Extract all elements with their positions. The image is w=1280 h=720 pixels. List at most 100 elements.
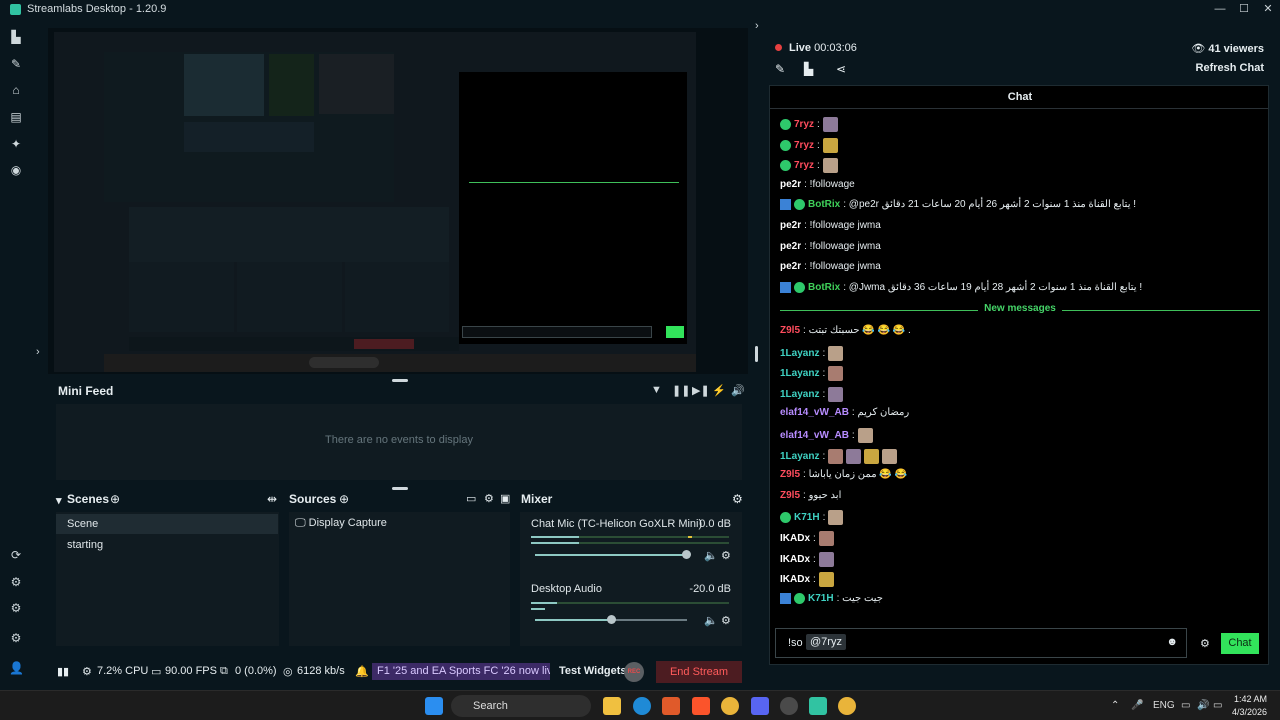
speaker-icon[interactable]: 🔈 [704,614,718,627]
settings-icon[interactable]: ⚙ [9,631,23,645]
chat-settings-icon[interactable]: ⚙ [1200,637,1210,650]
chat-username[interactable]: BotRix [808,282,840,293]
mute-alerts-icon[interactable]: ⚡ [712,384,726,397]
news-ticker[interactable]: F1 '25 and EA Sports FC '26 now live in … [372,663,550,680]
emoji-icon[interactable]: ☻ [1166,636,1178,648]
chat-username[interactable]: pe2r [780,220,801,231]
discord-icon[interactable] [751,697,769,715]
volume-icon[interactable]: 🔊 [731,384,745,397]
taskbar-search[interactable]: Search [451,695,591,717]
dashboard-link-icon[interactable]: ▙ [804,62,813,76]
volume-tray-icon[interactable]: 🔊 [1197,700,1209,711]
volume-slider-knob[interactable] [607,615,616,624]
profile-icon[interactable]: 👤 [9,661,24,675]
scene-transitions-icon[interactable]: ⇹ [267,492,277,506]
collapse-left-arrow-icon[interactable]: › [36,346,40,358]
source-properties-icon[interactable]: ⚙ [484,492,494,505]
channel-settings-icon[interactable]: ⚙ [721,549,731,562]
pause-icon[interactable]: ❚❚ [672,384,690,397]
bitrate-value: 6128 kb/s [297,665,345,677]
resize-handle[interactable] [392,379,408,382]
minimize-icon[interactable]: — [1208,0,1232,18]
edge-icon[interactable] [633,697,651,715]
battery-icon[interactable]: ▭ [1213,700,1222,711]
chat-username[interactable]: pe2r [780,241,801,252]
add-source-icon[interactable]: ⊕ [339,492,349,506]
chat-input[interactable]: !so @7ryz ☻ [775,628,1187,658]
source-item-display-capture[interactable]: 🖵 Display Capture [295,517,387,530]
speaker-icon[interactable]: 🔈 [704,549,718,562]
chat-username[interactable]: 1Layanz [780,389,819,400]
dashboard-icon[interactable]: ⚙ [9,575,23,589]
add-scene-icon[interactable]: ⊕ [110,492,120,506]
chat-username[interactable]: IKADx [780,574,810,585]
chat-username[interactable]: IKADx [780,533,810,544]
collapse-right-arrow-icon[interactable]: › [755,20,759,32]
file-explorer-icon[interactable] [603,697,621,715]
refresh-chat-button[interactable]: Refresh Chat [1196,62,1264,74]
tray-expand-icon[interactable]: ⌃ [1111,700,1119,711]
chrome-icon[interactable] [721,697,739,715]
chat-username[interactable]: 7ryz [794,160,814,171]
resize-handle[interactable] [392,487,408,490]
share-icon[interactable]: ⋖ [836,62,846,76]
taskbar-clock[interactable]: 1:42 AM 4/3/2026 [1232,693,1267,719]
chat-username[interactable]: 1Layanz [780,451,819,462]
chat-message: IKADx: [780,572,834,588]
edit-stream-info-icon[interactable]: ✎ [775,62,785,76]
scene-item-starting[interactable]: starting [56,535,278,555]
scene-item-scene[interactable]: Scene [56,514,278,534]
chat-username[interactable]: Z9l5 [780,325,800,336]
store-icon[interactable]: ⌂ [9,83,23,97]
steam-icon[interactable] [780,697,798,715]
chat-username[interactable]: pe2r [780,179,801,190]
highlighter-icon[interactable]: ✦ [9,137,23,151]
themes-icon[interactable]: ✎ [9,57,23,71]
volume-slider-knob[interactable] [682,550,691,559]
chat-username[interactable]: IKADx [780,554,810,565]
chat-username[interactable]: BotRix [808,199,840,210]
chat-emote-icon [828,510,844,526]
chat-username[interactable]: pe2r [780,261,801,272]
record-playback-icon[interactable]: ◉ [9,163,23,177]
chat-username[interactable]: 7ryz [794,140,814,151]
studio-mode-icon[interactable]: ⟳ [9,548,23,562]
chat-username[interactable]: K71H [794,512,820,523]
start-menu-icon[interactable] [425,697,443,715]
network-icon[interactable]: ▭ [1181,700,1190,711]
notification-bell-icon[interactable]: 🔔 [355,665,369,678]
channel-settings-icon[interactable]: ⚙ [721,614,731,627]
chat-username[interactable]: elaf14_vW_AB [780,407,849,418]
maximize-icon[interactable]: ☐ [1232,0,1256,18]
scene-collections-icon[interactable]: ▤ [9,110,23,124]
chat-message-text: : ابد حيوو [803,489,842,501]
chrome-profile-icon[interactable] [838,697,856,715]
chat-username[interactable]: Z9l5 [780,490,800,501]
record-button[interactable]: REC [624,662,644,682]
chat-username[interactable]: 7ryz [794,119,814,130]
chat-username[interactable]: elaf14_vW_AB [780,430,849,441]
source-folder-icon[interactable]: ▭ [466,492,476,505]
microphone-icon[interactable]: 🎤 [1131,700,1143,711]
layout-icon[interactable]: ⚙ [9,601,23,615]
chat-username[interactable]: Z9l5 [780,469,800,480]
brave-icon[interactable] [692,697,710,715]
filter-icon[interactable]: ▼ [651,384,662,396]
chat-username[interactable]: K71H [808,593,834,604]
chat-username[interactable]: 1Layanz [780,368,819,379]
test-widgets-button[interactable]: Test Widgets [559,665,627,677]
chat-username[interactable]: 1Layanz [780,348,819,359]
skip-icon[interactable]: ▶❚ [692,384,710,397]
close-icon[interactable]: ✕ [1256,0,1280,18]
resize-handle-vertical[interactable] [755,346,758,362]
streamlabs-taskbar-icon[interactable] [809,697,827,715]
editor-icon[interactable]: ▙ [9,30,23,44]
source-group-icon[interactable]: ▣ [500,492,510,505]
end-stream-button[interactable]: End Stream [656,661,742,683]
language-indicator[interactable]: ENG [1153,700,1175,711]
scenes-collapse-icon[interactable]: ▾ [56,494,62,507]
mixer-settings-icon[interactable]: ⚙ [732,492,743,506]
chat-send-button[interactable]: Chat [1221,633,1259,654]
store-app-icon[interactable] [662,697,680,715]
stats-icon[interactable]: ▮▮ [57,665,69,678]
